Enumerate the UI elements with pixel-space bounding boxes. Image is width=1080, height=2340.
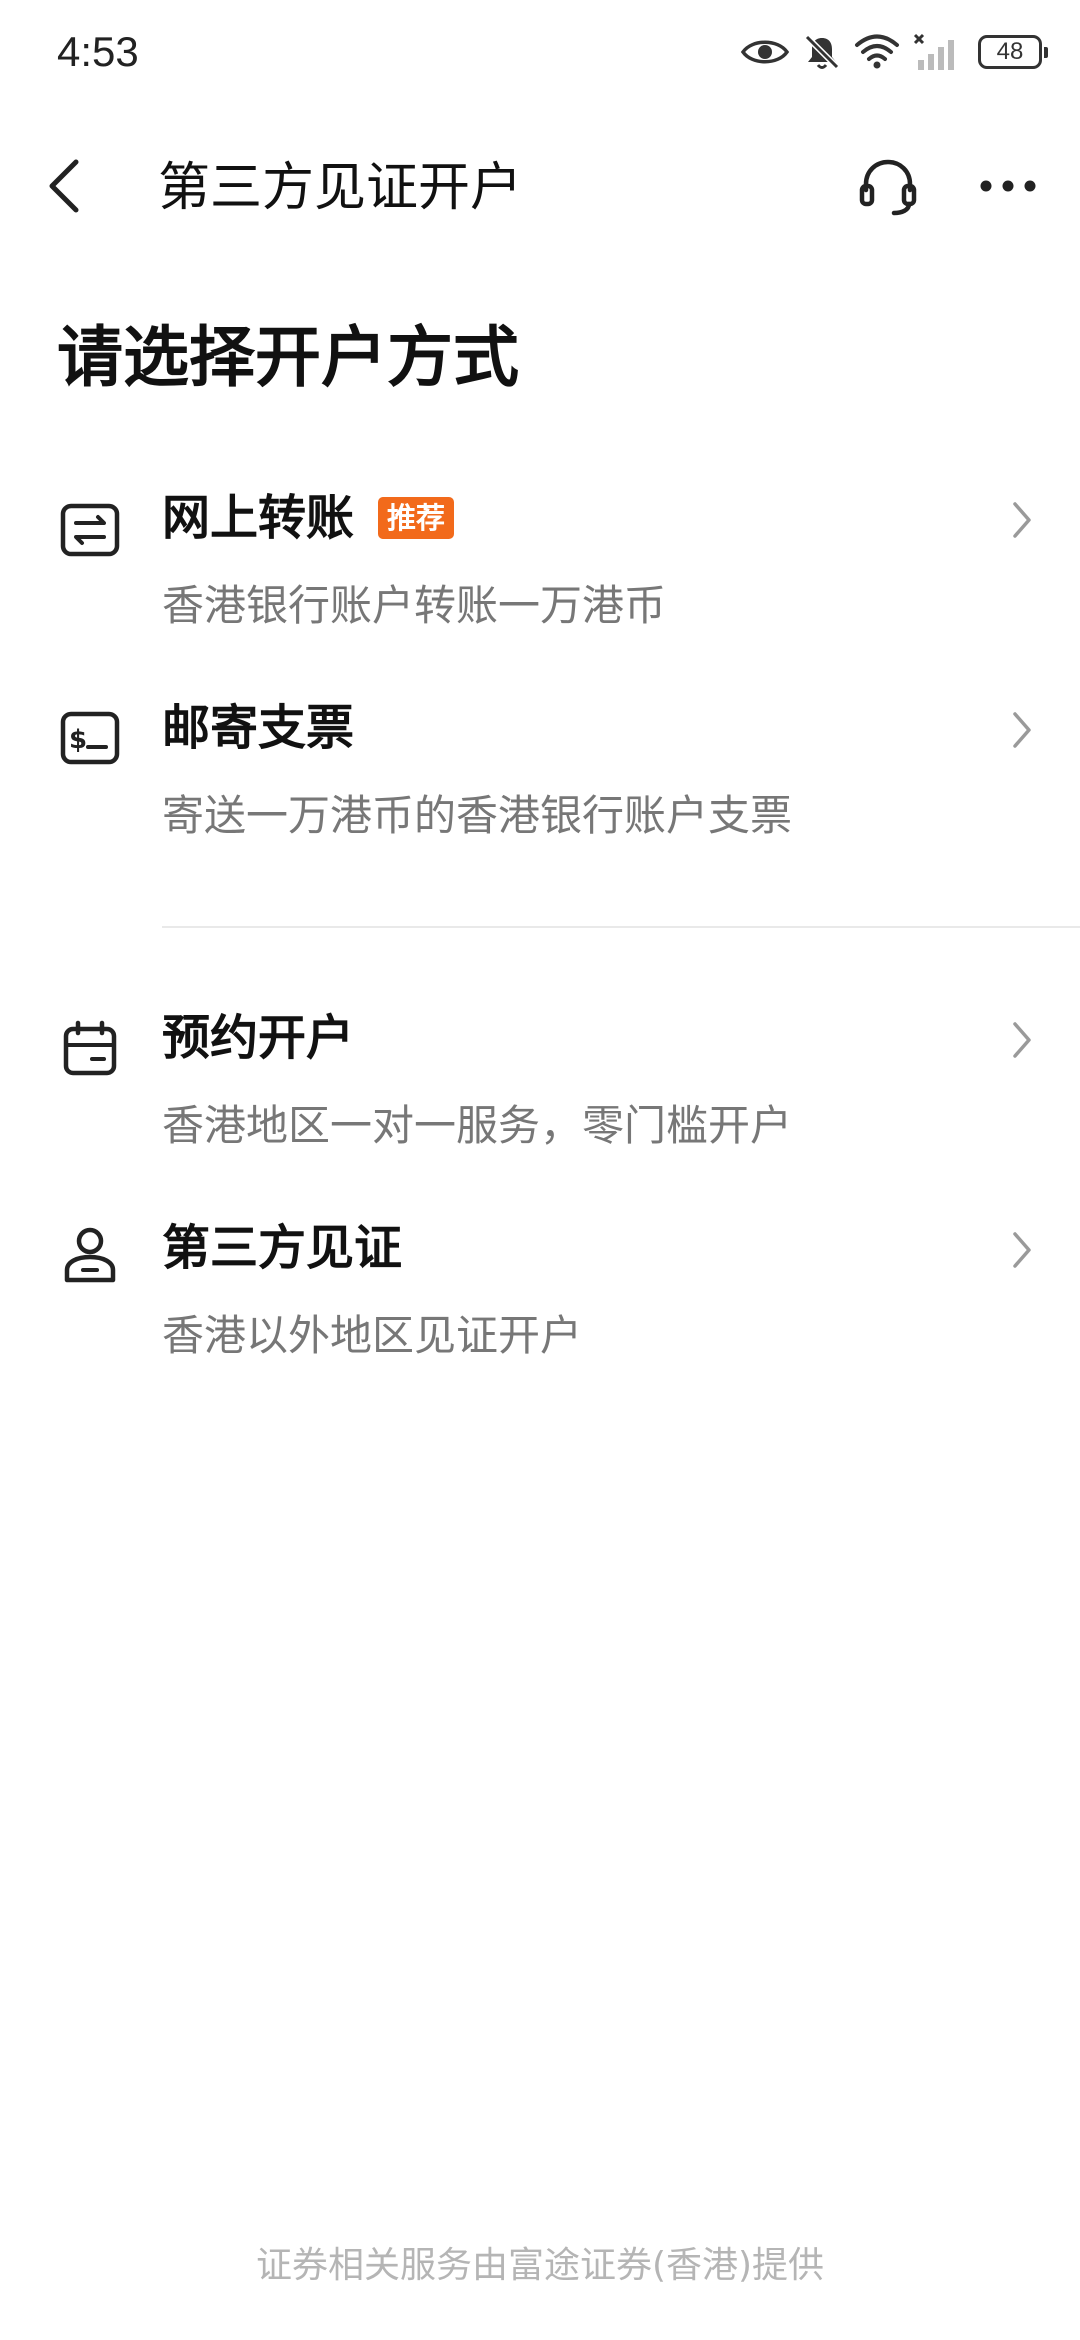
nav-bar: 第三方见证开户: [0, 130, 1080, 242]
wifi-icon: [854, 34, 900, 70]
option-desc: 香港银行账户转账一万港币: [162, 581, 667, 630]
option-online-transfer[interactable]: 网上转账 推荐 香港银行账户转账一万港币: [0, 470, 1080, 650]
option-third-party-witness[interactable]: 第三方见证 香港以外地区见证开户: [0, 1200, 1080, 1380]
status-icons: 48: [728, 28, 1048, 76]
signal-off-icon: [912, 32, 964, 72]
back-button[interactable]: [30, 152, 98, 220]
option-title: 网上转账: [162, 490, 355, 546]
page-heading: 请选择开户方式: [57, 319, 519, 396]
option-title: 第三方见证: [162, 1220, 403, 1276]
divider: [162, 926, 1080, 928]
option-title: 预约开户: [162, 1010, 355, 1066]
option-desc: 香港以外地区见证开户: [162, 1311, 583, 1360]
option-title: 邮寄支票: [162, 700, 355, 756]
option-title-row: 第三方见证: [162, 1218, 402, 1278]
chevron-right-icon: [1002, 710, 1042, 750]
chevron-right-icon: [1002, 500, 1042, 540]
more-button[interactable]: [972, 150, 1044, 222]
footer-note: 证券相关服务由富途证券(香港)提供: [255, 2245, 825, 2286]
chevron-left-icon: [49, 159, 79, 213]
svg-text:$: $: [69, 725, 87, 755]
battery-icon: 48: [978, 35, 1048, 69]
bell-off-icon: [802, 32, 842, 72]
customer-service-button[interactable]: [852, 150, 924, 222]
chevron-right-icon: [1002, 1230, 1042, 1270]
status-bar: 4:53 48: [0, 0, 1080, 104]
headset-icon: [859, 159, 917, 216]
nav-title: 第三方见证开户: [158, 158, 523, 218]
calendar-icon: [58, 1016, 122, 1080]
more-horizontal-icon: [980, 180, 1036, 192]
chevron-right-icon: [1002, 1020, 1042, 1060]
option-desc: 香港地区一对一服务，零门槛开户: [162, 1101, 793, 1150]
option-desc: 寄送一万港币的香港银行账户支票: [162, 791, 793, 840]
option-appointment[interactable]: 预约开户 香港地区一对一服务，零门槛开户: [0, 990, 1080, 1170]
person-icon: [58, 1224, 122, 1288]
option-title-row: 预约开户: [162, 1008, 354, 1068]
recommend-badge: 推荐: [378, 497, 455, 539]
option-title-row: 网上转账 推荐: [162, 488, 455, 548]
eye-icon: [740, 35, 790, 69]
transfer-icon: [58, 498, 122, 562]
option-mail-cheque[interactable]: $ 邮寄支票 寄送一万港币的香港银行账户支票: [0, 680, 1080, 860]
option-title-row: 邮寄支票: [162, 698, 354, 758]
cheque-icon: $: [58, 706, 122, 770]
status-time: 4:53: [57, 28, 139, 75]
